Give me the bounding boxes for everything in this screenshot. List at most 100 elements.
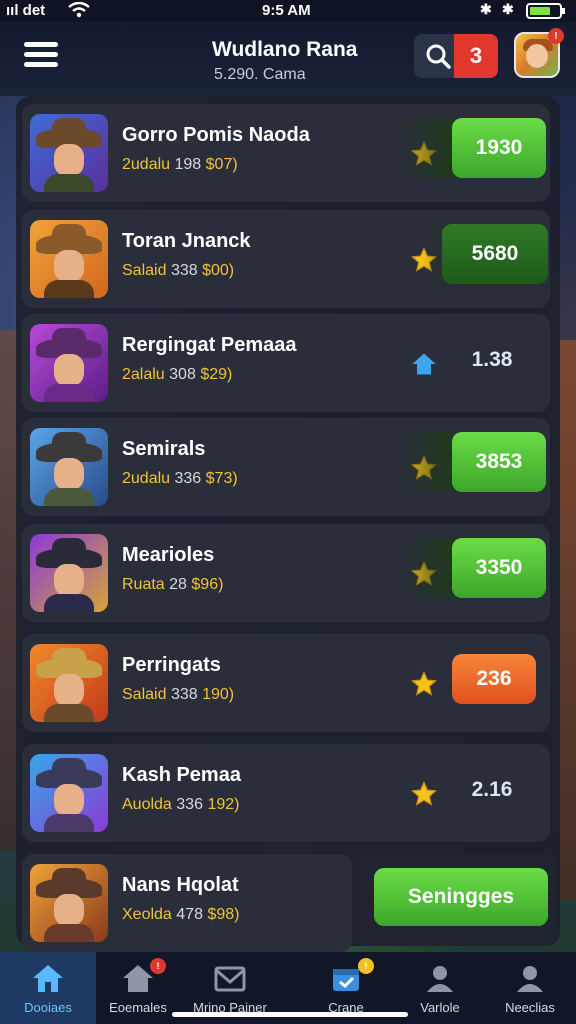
game-meta-c: $00) (202, 262, 235, 279)
game-meta: Ruata 28 $96) (122, 576, 223, 594)
star-icon (410, 780, 438, 806)
game-name: Kash Pemaa (122, 764, 241, 786)
home-indicator (172, 1012, 408, 1017)
game-name: Semirals (122, 438, 206, 460)
game-thumbnail[interactable] (30, 644, 108, 722)
game-meta-c: $73) (205, 470, 238, 487)
game-thumbnail[interactable] (30, 534, 108, 612)
score-value: 2.16 (471, 778, 513, 801)
game-meta: Xeolda 478 $98) (122, 906, 239, 924)
game-meta: 2udalu 198 $07) (122, 156, 238, 174)
game-meta-c: $29) (200, 366, 233, 383)
game-meta-a: 2udalu (122, 156, 171, 173)
cta-button[interactable]: Seningges (374, 868, 548, 926)
tab-label: Dooiaes (24, 1000, 72, 1015)
game-row[interactable]: Toran Jnanck Salaid 338 $00) 5680 (22, 210, 550, 308)
mail-icon (212, 962, 248, 994)
game-meta-a: Ruata (122, 576, 165, 593)
game-thumbnail[interactable] (30, 220, 108, 298)
game-name: Gorro Pomis Naoda (122, 124, 310, 146)
person-icon (512, 962, 548, 994)
game-meta: 2udalu 336 $73) (122, 470, 238, 488)
score-value: 5680 (471, 242, 519, 265)
score-button[interactable]: 1930 (452, 118, 546, 178)
game-row[interactable]: Nans Hqolat Xeolda 478 $98) (22, 854, 352, 952)
game-thumbnail[interactable] (30, 428, 108, 506)
person-icon (422, 962, 458, 994)
game-meta-b: 308 (169, 366, 196, 383)
score-button[interactable]: 236 (452, 654, 536, 704)
game-thumbnail[interactable] (30, 754, 108, 832)
game-meta-a: Salaid (122, 686, 167, 703)
game-meta-c: $98) (207, 906, 240, 923)
game-row[interactable]: Semirals 2udalu 336 $73) 3853 (22, 418, 550, 516)
game-meta-b: 338 (170, 686, 198, 703)
search-icon (426, 44, 451, 69)
status-time: 9:5 AM (262, 2, 311, 19)
game-meta: Auolda 336 192) (122, 796, 239, 814)
search-button[interactable]: 3 (414, 34, 498, 78)
game-meta-a: 2alalu (122, 366, 165, 383)
avatar-badge: ! (548, 28, 564, 44)
cta-panel: Seningges (358, 854, 558, 946)
page-subtitle: 5.290. Cama (214, 66, 306, 83)
bluetooth-icon-2: ✱ (502, 1, 514, 17)
game-row[interactable]: Gorro Pomis Naoda 2udalu 198 $07) 1930 (22, 104, 550, 202)
game-meta-b: 28 (169, 576, 187, 593)
game-meta-b: 478 (176, 906, 203, 923)
game-meta-b: 338 (170, 262, 198, 279)
game-meta-c: 192) (207, 796, 240, 813)
game-meta-a: Auolda (122, 796, 172, 813)
game-row[interactable]: Perringats Salaid 338 190) 236 (22, 634, 550, 732)
game-name: Mearioles (122, 544, 215, 566)
carrier-label: ııl det (6, 2, 46, 19)
game-thumbnail[interactable] (30, 114, 108, 192)
notification-count: 3 (454, 34, 498, 78)
tab-badge: ! (150, 958, 166, 974)
avatar[interactable]: ! (514, 28, 564, 78)
game-thumbnail[interactable] (30, 864, 108, 942)
score-button[interactable]: 3853 (452, 432, 546, 492)
score-value: 1930 (475, 136, 523, 159)
app-header: Wudlano Rana 5.290. Cama 3 ! (0, 22, 576, 96)
game-name: Perringats (122, 654, 221, 676)
score-value: 3853 (475, 450, 523, 473)
game-meta-b: 198 (174, 156, 202, 173)
star-icon (410, 670, 438, 696)
house-icon (412, 353, 436, 375)
game-meta-a: Xeolda (122, 906, 172, 923)
score-button[interactable]: 5680 (442, 224, 548, 284)
tab-dooiaes[interactable]: Dooiaes (0, 952, 96, 1024)
game-meta-c: $07) (205, 156, 238, 173)
game-meta-a: Salaid (122, 262, 167, 279)
tab-neeclias[interactable]: Neeclias (482, 952, 576, 1024)
game-meta: Salaid 338 190) (122, 686, 234, 704)
game-name: Toran Jnanck (122, 230, 251, 252)
menu-button[interactable] (24, 42, 58, 70)
score-value: 3350 (475, 556, 523, 579)
tab-badge: ! (358, 958, 374, 974)
bluetooth-icon: ✱ (480, 1, 492, 17)
menu-icon (24, 42, 58, 47)
game-meta-c: 190) (202, 686, 235, 703)
game-meta-a: 2udalu (122, 470, 171, 487)
battery-icon (526, 3, 565, 19)
game-meta: 2alalu 308 $29) (122, 366, 232, 384)
game-meta: Salaid 338 $00) (122, 262, 234, 280)
score-value: 236 (476, 667, 512, 690)
score-value: 1.38 (471, 348, 513, 371)
score-button[interactable]: 3350 (452, 538, 546, 598)
game-row[interactable]: Rergingat Pemaaa 2alalu 308 $29) 1.38 (22, 314, 550, 412)
home-icon (30, 962, 66, 994)
wifi-icon (68, 1, 90, 22)
game-name: Rergingat Pemaaa (122, 334, 297, 356)
tab-label: Neeclias (505, 1000, 555, 1015)
game-thumbnail[interactable] (30, 324, 108, 402)
game-name: Nans Hqolat (122, 874, 239, 896)
game-row[interactable]: Kash Pemaa Auolda 336 192) 2.16 (22, 744, 550, 842)
game-row[interactable]: Mearioles Ruata 28 $96) 3350 (22, 524, 550, 622)
status-bar: ııl det 9:5 AM ✱ ✱ (0, 0, 576, 22)
game-meta-b: 336 (174, 470, 202, 487)
game-meta-c: $96) (191, 576, 224, 593)
cta-label: Seningges (407, 885, 515, 908)
